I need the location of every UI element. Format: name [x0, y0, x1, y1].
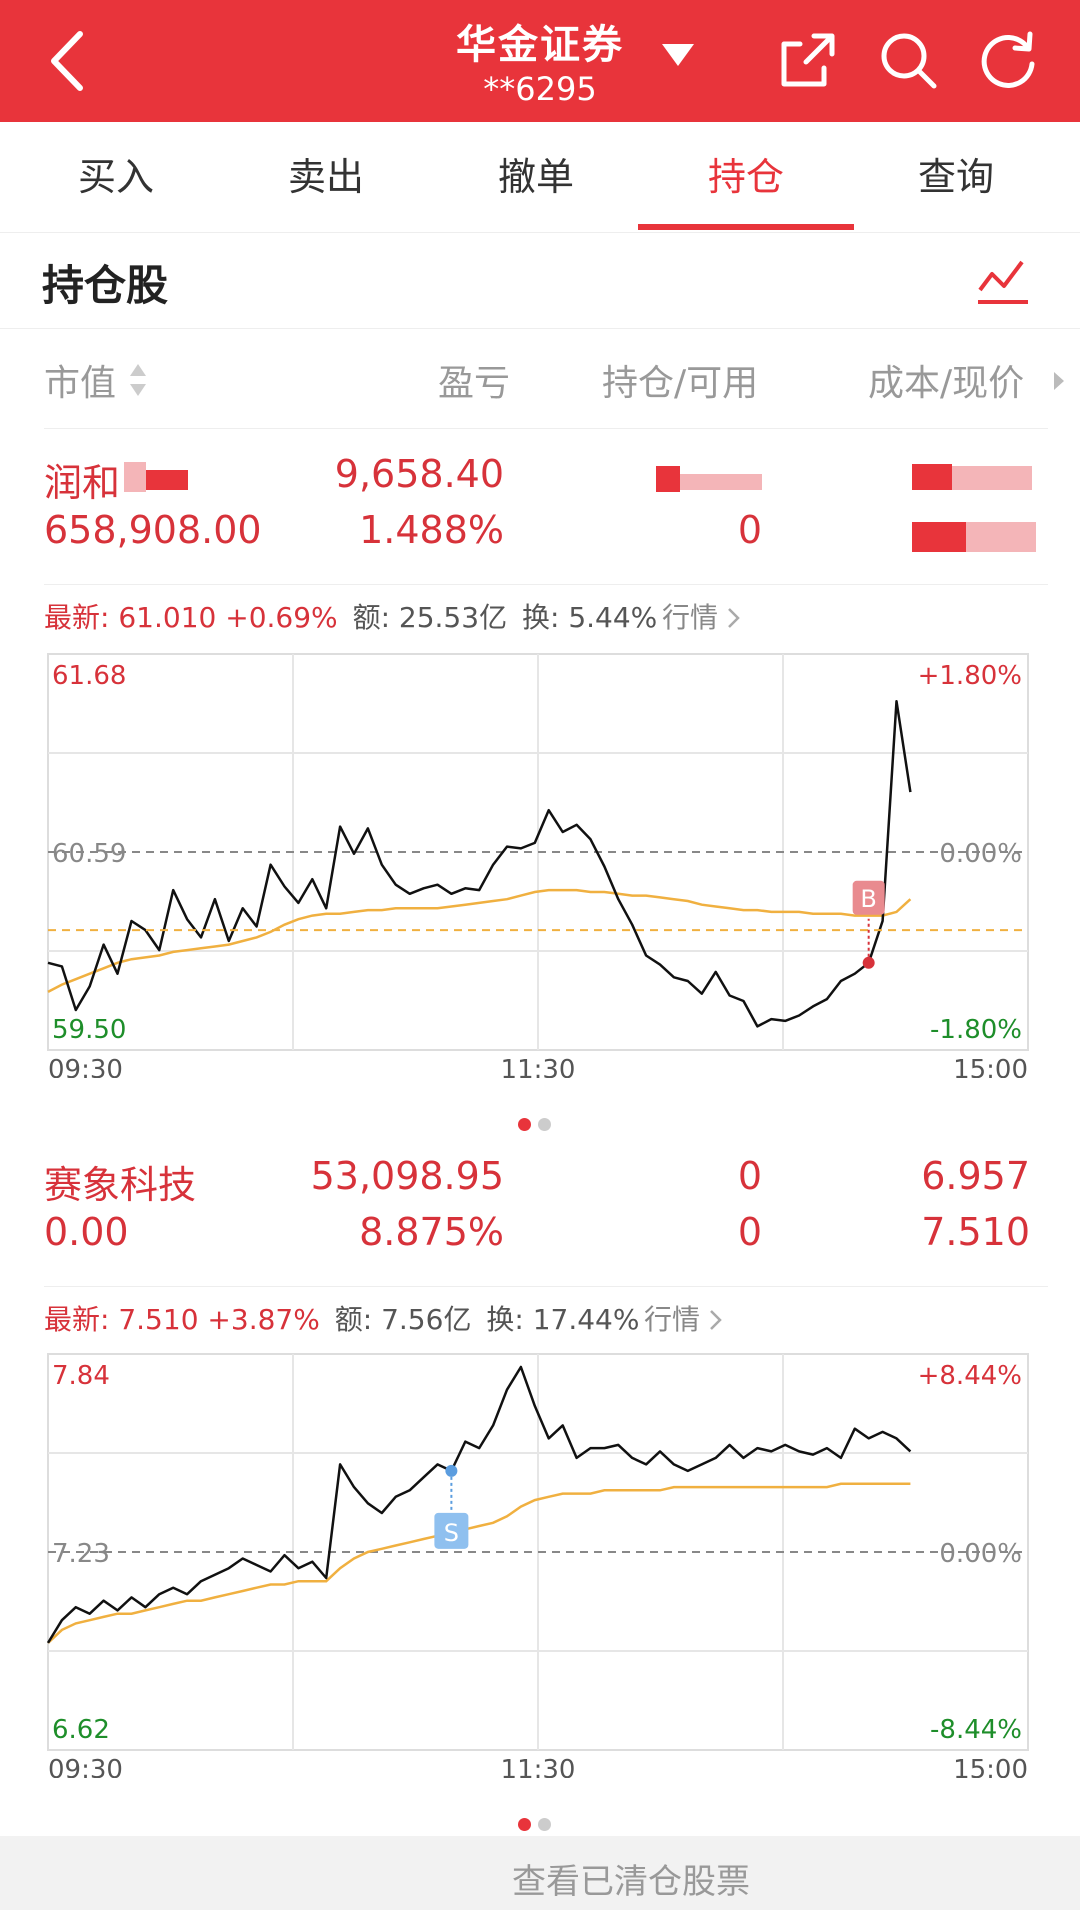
redaction — [656, 466, 680, 492]
section-title: 持仓股 — [42, 261, 169, 310]
available-qty: 0 — [737, 508, 762, 552]
turnover: 5.44% — [568, 601, 658, 634]
tab-holdings[interactable]: 持仓 — [638, 122, 854, 232]
tab-query[interactable]: 查询 — [848, 122, 1064, 232]
account-dropdown-icon[interactable] — [660, 40, 696, 70]
x-tick-label: 15:00 — [953, 1755, 1028, 1778]
page-indicator — [518, 1818, 558, 1832]
sell-marker-dot — [445, 1464, 458, 1477]
x-tick-label: 11:30 — [501, 1755, 576, 1778]
change-pct: +0.69% — [225, 601, 338, 634]
pct-label-top: +8.44% — [918, 1361, 1022, 1391]
quote-line: 最新: 61.010 +0.69% 额: 25.53亿 换: 5.44% — [44, 601, 658, 634]
footer-bar: 查看已清仓股票 — [0, 1836, 1080, 1910]
available-qty: 0 — [737, 1210, 762, 1254]
trade-amount: 25.53亿 — [398, 601, 508, 634]
redaction — [952, 466, 1032, 490]
x-tick-label: 11:30 — [501, 1055, 576, 1078]
chevron-right-icon — [728, 608, 740, 628]
y-label-mid: 60.59 — [52, 839, 126, 869]
pct-label-top: +1.80% — [918, 661, 1022, 691]
trade-amount: 7.56亿 — [381, 1303, 472, 1336]
col-market-value[interactable]: 市值 — [44, 354, 116, 406]
tab-cancel[interactable]: 撤单 — [428, 122, 644, 232]
refresh-icon[interactable] — [976, 28, 1040, 92]
trade-tabs: 买入 卖出 撤单 持仓 查询 — [0, 122, 1080, 233]
quote-line: 最新: 7.510 +3.87% 额: 7.56亿 换: 17.44% — [44, 1303, 640, 1336]
y-label-top: 7.84 — [52, 1361, 110, 1391]
redaction — [680, 474, 762, 490]
trend-chart-icon[interactable] — [976, 254, 1030, 308]
market-value: 658,908.00 — [44, 508, 262, 552]
col-cost: 成本/现价 — [868, 363, 1025, 404]
quote-link[interactable]: 行情 — [644, 1298, 723, 1338]
y-label-mid: 7.23 — [52, 1539, 110, 1569]
tab-buy[interactable]: 买入 — [8, 122, 224, 232]
redaction — [146, 470, 188, 490]
y-label-bottom: 59.50 — [52, 1015, 126, 1045]
sort-icon[interactable] — [128, 362, 148, 398]
price-line — [46, 1365, 912, 1644]
col-pnl: 盈亏 — [438, 363, 511, 404]
pnl-percent: 8.875% — [359, 1210, 504, 1254]
stock-name: 赛象科技 — [44, 1163, 197, 1207]
top-bar: 华金证券 **6295 — [0, 0, 1080, 122]
avg-price-line — [47, 1482, 911, 1644]
search-icon[interactable] — [876, 28, 940, 92]
page-indicator — [518, 1118, 558, 1132]
quote-link[interactable]: 行情 — [662, 596, 741, 636]
cost-price: 6.957 — [921, 1154, 1030, 1198]
scroll-right-icon[interactable] — [1052, 370, 1066, 392]
pnl-percent: 1.488% — [359, 508, 504, 552]
buy-marker-label: B — [860, 885, 876, 913]
y-label-top: 61.68 — [52, 661, 126, 691]
chevron-right-icon — [710, 1310, 722, 1330]
pct-label-bottom: -1.80% — [930, 1015, 1022, 1045]
pct-label-bottom: -8.44% — [930, 1715, 1022, 1745]
position-qty: 0 — [737, 1154, 762, 1198]
active-tab-indicator — [638, 224, 854, 230]
latest-price: 61.010 — [118, 601, 217, 634]
view-cleared-link[interactable]: 查看已清仓股票 — [512, 1854, 750, 1903]
market-value: 0.00 — [44, 1210, 129, 1254]
redaction — [912, 464, 952, 490]
buy-marker-dot — [862, 956, 875, 969]
current-price: 7.510 — [921, 1210, 1030, 1254]
holdings-section-header: 持仓股 — [0, 232, 1080, 329]
y-label-bottom: 6.62 — [52, 1715, 110, 1745]
pnl-amount: 9,658.40 — [334, 452, 504, 496]
stock-name: 润和 — [44, 461, 121, 505]
latest-price: 7.510 — [118, 1303, 199, 1336]
change-pct: +3.87% — [207, 1303, 320, 1336]
column-header: 市值 盈亏 持仓/可用 成本/现价 — [0, 328, 1080, 428]
col-position: 持仓/可用 — [602, 363, 759, 404]
x-tick-label: 09:30 — [48, 1755, 123, 1778]
redaction — [912, 522, 966, 552]
x-tick-label: 15:00 — [953, 1055, 1028, 1078]
tab-sell[interactable]: 卖出 — [218, 122, 434, 232]
redaction — [966, 522, 1036, 552]
intraday-chart-1[interactable]: B 61.68 60.59 59.50 +1.80% 0.00% -1.80% 09:30 11… — [46, 652, 1030, 1078]
pct-label-mid: 0.00% — [939, 839, 1022, 869]
avg-price-line — [47, 888, 912, 994]
price-line — [47, 699, 912, 1028]
redaction — [124, 462, 146, 492]
sell-marker-label: S — [444, 1519, 459, 1547]
intraday-chart-2[interactable]: S 7.84 7.23 6.62 +8.44% 0.00% -8.44% 09:30 11:30… — [46, 1352, 1030, 1778]
pnl-amount: 53,098.95 — [310, 1154, 504, 1198]
x-tick-label: 09:30 — [48, 1055, 123, 1078]
turnover: 17.44% — [532, 1303, 640, 1336]
pct-label-mid: 0.00% — [939, 1539, 1022, 1569]
share-icon[interactable] — [776, 28, 840, 92]
